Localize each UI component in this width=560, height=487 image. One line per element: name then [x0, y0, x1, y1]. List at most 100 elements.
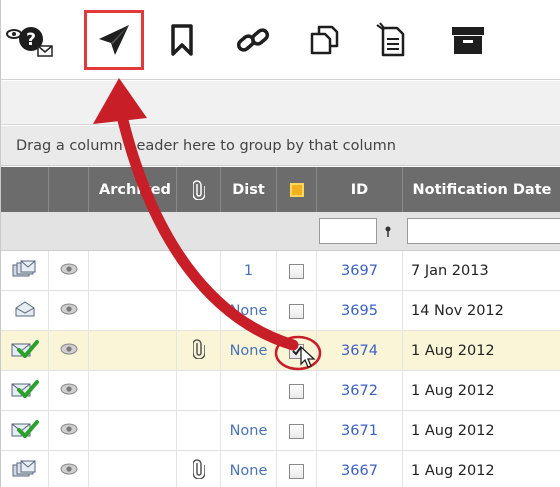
notification-date: 1 Aug 2012 [411, 383, 495, 399]
id-cell: 3697 [317, 251, 403, 291]
view-cell[interactable] [49, 371, 89, 411]
row-checkbox[interactable] [289, 383, 304, 399]
header-id[interactable]: ID [317, 167, 403, 212]
archived-cell [89, 371, 177, 411]
notification-date: 1 Aug 2012 [411, 463, 495, 479]
table-row[interactable]: 3672 1 Aug 2012 [1, 371, 560, 411]
link-icon [236, 28, 270, 52]
id-cell: 3695 [317, 291, 403, 331]
send-button[interactable] [84, 10, 144, 70]
table-row[interactable]: 1 3697 7 Jan 2013 [1, 251, 560, 291]
dist-value[interactable]: None [230, 423, 268, 439]
select-cell [277, 371, 317, 411]
date-cell: 1 Aug 2012 [403, 411, 560, 451]
grid-header: Archived Dist ID Notification Date [1, 167, 560, 212]
header-view[interactable] [49, 167, 89, 212]
date-filter-input[interactable] [407, 218, 560, 244]
notification-id-link[interactable]: 3695 [341, 303, 378, 319]
help-mail-button[interactable]: ? [3, 10, 63, 70]
table-row[interactable]: None 3671 1 Aug 2012 [1, 411, 560, 451]
svg-text:?: ? [26, 30, 36, 50]
checked-envelope-icon [11, 340, 39, 362]
dist-value[interactable]: None [230, 343, 268, 359]
view-cell[interactable] [49, 331, 89, 371]
status-cell [1, 331, 49, 371]
paperclip-icon[interactable] [191, 339, 206, 363]
filter-icon[interactable] [383, 224, 393, 243]
table-row[interactable]: None 3674 1 Aug 2012 [1, 331, 560, 371]
header-archived-label: Archived [99, 181, 171, 198]
notification-date: 14 Nov 2012 [411, 303, 504, 319]
id-cell: 3674 [317, 331, 403, 371]
group-by-hint: Drag a column header here to group by th… [16, 137, 396, 154]
status-cell [1, 371, 49, 411]
id-filter-input[interactable] [319, 218, 377, 244]
notification-id-link[interactable]: 3671 [341, 423, 378, 439]
sub-toolbar [1, 81, 560, 125]
group-by-area[interactable]: Drag a column header here to group by th… [1, 126, 560, 166]
document-button[interactable] [362, 10, 422, 70]
read-stack-icon [12, 260, 38, 282]
header-attachment[interactable] [177, 167, 221, 212]
date-cell: 14 Nov 2012 [403, 291, 560, 331]
row-checkbox[interactable] [289, 463, 304, 479]
filter-row [1, 212, 560, 251]
eye-icon[interactable] [60, 423, 78, 439]
header-dist[interactable]: Dist [221, 167, 277, 212]
header-flag[interactable] [277, 167, 317, 212]
table-row[interactable]: None 3695 14 Nov 2012 [1, 291, 560, 331]
paperclip-icon[interactable] [191, 459, 206, 483]
document-icon [376, 22, 405, 57]
archived-cell [89, 451, 177, 487]
row-checkbox[interactable] [289, 423, 304, 439]
view-cell[interactable] [49, 291, 89, 331]
checked-envelope-icon [11, 380, 39, 402]
notification-id-link[interactable]: 3667 [341, 463, 378, 479]
attachment-cell [177, 251, 221, 291]
view-cell[interactable] [49, 411, 89, 451]
date-cell: 7 Jan 2013 [403, 251, 560, 291]
dist-cell: None [221, 291, 277, 331]
notification-id-link[interactable]: 3697 [341, 263, 378, 279]
dist-value[interactable]: None [230, 463, 268, 479]
eye-icon[interactable] [60, 383, 78, 399]
help-mail-icon: ? [6, 27, 53, 57]
eye-icon[interactable] [60, 263, 78, 279]
paperclip-icon [192, 179, 205, 200]
mouse-cursor-icon [299, 345, 317, 373]
dist-cell [221, 371, 277, 411]
notification-id-link[interactable]: 3672 [341, 383, 378, 399]
toolbar: ? [1, 0, 560, 80]
header-status[interactable] [1, 167, 49, 212]
dist-value[interactable]: None [230, 303, 268, 319]
header-archived[interactable]: Archived [89, 167, 177, 212]
notification-id-link[interactable]: 3674 [341, 343, 378, 359]
attachment-cell [177, 411, 221, 451]
date-cell: 1 Aug 2012 [403, 371, 560, 411]
table-row[interactable]: None 3667 1 Aug 2012 [1, 451, 560, 487]
link-button[interactable] [223, 10, 283, 70]
header-notification-date[interactable]: Notification Date [403, 167, 560, 212]
dist-value[interactable]: 1 [244, 263, 253, 279]
view-cell[interactable] [49, 251, 89, 291]
archive-button[interactable] [438, 10, 498, 70]
id-cell: 3671 [317, 411, 403, 451]
view-cell[interactable] [49, 451, 89, 487]
eye-icon[interactable] [60, 303, 78, 319]
copy-button[interactable] [295, 10, 355, 70]
row-checkbox[interactable] [289, 263, 304, 279]
eye-icon[interactable] [60, 343, 78, 359]
bookmark-button[interactable] [152, 10, 212, 70]
select-cell [277, 451, 317, 487]
checked-envelope-icon [11, 420, 39, 442]
flag-icon [289, 182, 304, 197]
bookmark-icon [171, 24, 193, 56]
date-cell: 1 Aug 2012 [403, 451, 560, 487]
archive-box-icon [452, 27, 484, 54]
row-checkbox[interactable] [289, 303, 304, 319]
attachment-cell [177, 291, 221, 331]
status-cell [1, 411, 49, 451]
select-cell [277, 251, 317, 291]
attachment-cell [177, 331, 221, 371]
eye-icon[interactable] [60, 463, 78, 479]
